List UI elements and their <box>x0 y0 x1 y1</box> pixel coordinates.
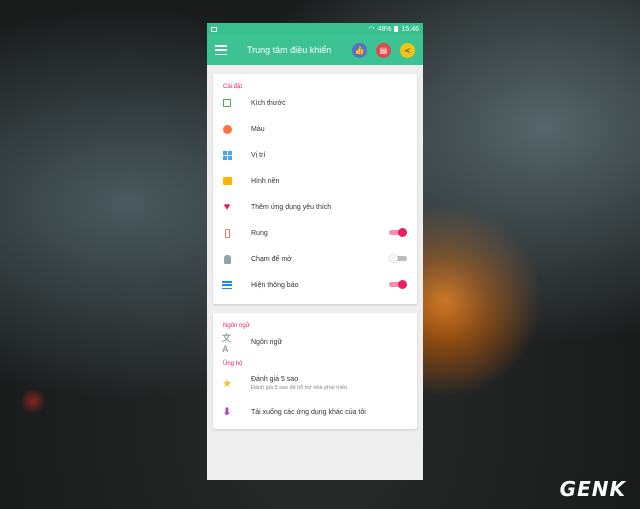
settings-card: Cài đặt Kích thước Màu Vị trí Hình nền ♥… <box>213 74 417 304</box>
rate-subtitle: Đánh giá 5 sao để hỗ trợ nhà phát triển. <box>251 384 349 391</box>
star-icon: ★ <box>222 377 232 390</box>
menu-icon[interactable] <box>215 45 227 55</box>
list-icon <box>222 281 232 289</box>
tap-to-open-toggle[interactable] <box>389 254 407 263</box>
language-item[interactable]: 文A Ngôn ngữ <box>213 329 417 355</box>
grid-icon <box>222 150 232 160</box>
app-bar: Trung tâm điều khiển 👍 ▤ ≺ <box>207 35 423 65</box>
palette-icon <box>222 124 232 134</box>
rate-item[interactable]: ★ Đánh giá 5 sao Đánh giá 5 sao để hỗ tr… <box>213 367 417 399</box>
setting-notifications[interactable]: Hiện thông báo <box>213 272 417 298</box>
setting-wallpaper[interactable]: Hình nền <box>213 168 417 194</box>
clock: 15:46 <box>401 25 419 33</box>
app-title: Trung tâm điều khiển <box>247 45 332 55</box>
wifi-icon: ◠ <box>368 26 375 33</box>
setting-tap-to-open[interactable]: Chạm để mở <box>213 246 417 272</box>
status-bar: ◠ 48% 15:46 <box>207 23 423 35</box>
setting-label: Hình nền <box>251 177 280 185</box>
setting-position[interactable]: Vị trí <box>213 142 417 168</box>
setting-size[interactable]: Kích thước <box>213 90 417 116</box>
section-title-language: Ngôn ngữ <box>223 323 250 329</box>
vibrate-icon <box>224 228 230 238</box>
section-title-support: Ủng hộ <box>223 361 243 367</box>
language-support-card: Ngôn ngữ 文A Ngôn ngữ Ủng hộ ★ Đánh giá 5… <box>213 313 417 429</box>
download-item[interactable]: ⬇ Tải xuống các ứng dụng khác của tôi <box>213 399 417 425</box>
download-label: Tải xuống các ứng dụng khác của tôi <box>251 408 366 416</box>
download-icon: ⬇ <box>222 406 232 418</box>
battery-percent: 48% <box>377 25 392 33</box>
language-label: Ngôn ngữ <box>251 338 283 346</box>
notification-icon <box>211 26 217 32</box>
heart-icon: ♥ <box>223 200 231 213</box>
setting-color[interactable]: Màu <box>213 116 417 142</box>
rate-label: Đánh giá 5 sao <box>251 375 299 383</box>
setting-label: Vị trí <box>251 151 266 159</box>
share-icon[interactable]: ≺ <box>400 42 415 58</box>
translate-icon: 文A <box>222 332 232 354</box>
setting-label: Màu <box>251 125 265 133</box>
background-bokeh <box>20 388 46 414</box>
resize-icon <box>223 99 231 107</box>
thumbs-up-icon[interactable]: 👍 <box>352 42 367 58</box>
phone-screen: ◠ 48% 15:46 Trung tâm điều khiển 👍 ▤ ≺ C… <box>207 23 423 480</box>
genk-watermark: GENK <box>559 477 626 501</box>
vibrate-toggle[interactable] <box>389 228 407 237</box>
section-title-settings: Cài đặt <box>223 84 243 90</box>
setting-label: Kích thước <box>251 99 286 107</box>
setting-label: Thêm ứng dụng yêu thích <box>251 203 332 211</box>
setting-vibrate[interactable]: Rung <box>213 220 417 246</box>
image-icon <box>222 177 232 185</box>
setting-favorites[interactable]: ♥ Thêm ứng dụng yêu thích <box>213 194 417 220</box>
touch-icon <box>223 254 231 264</box>
store-icon[interactable]: ▤ <box>376 42 391 58</box>
battery-icon <box>394 26 399 32</box>
notifications-toggle[interactable] <box>389 280 407 289</box>
